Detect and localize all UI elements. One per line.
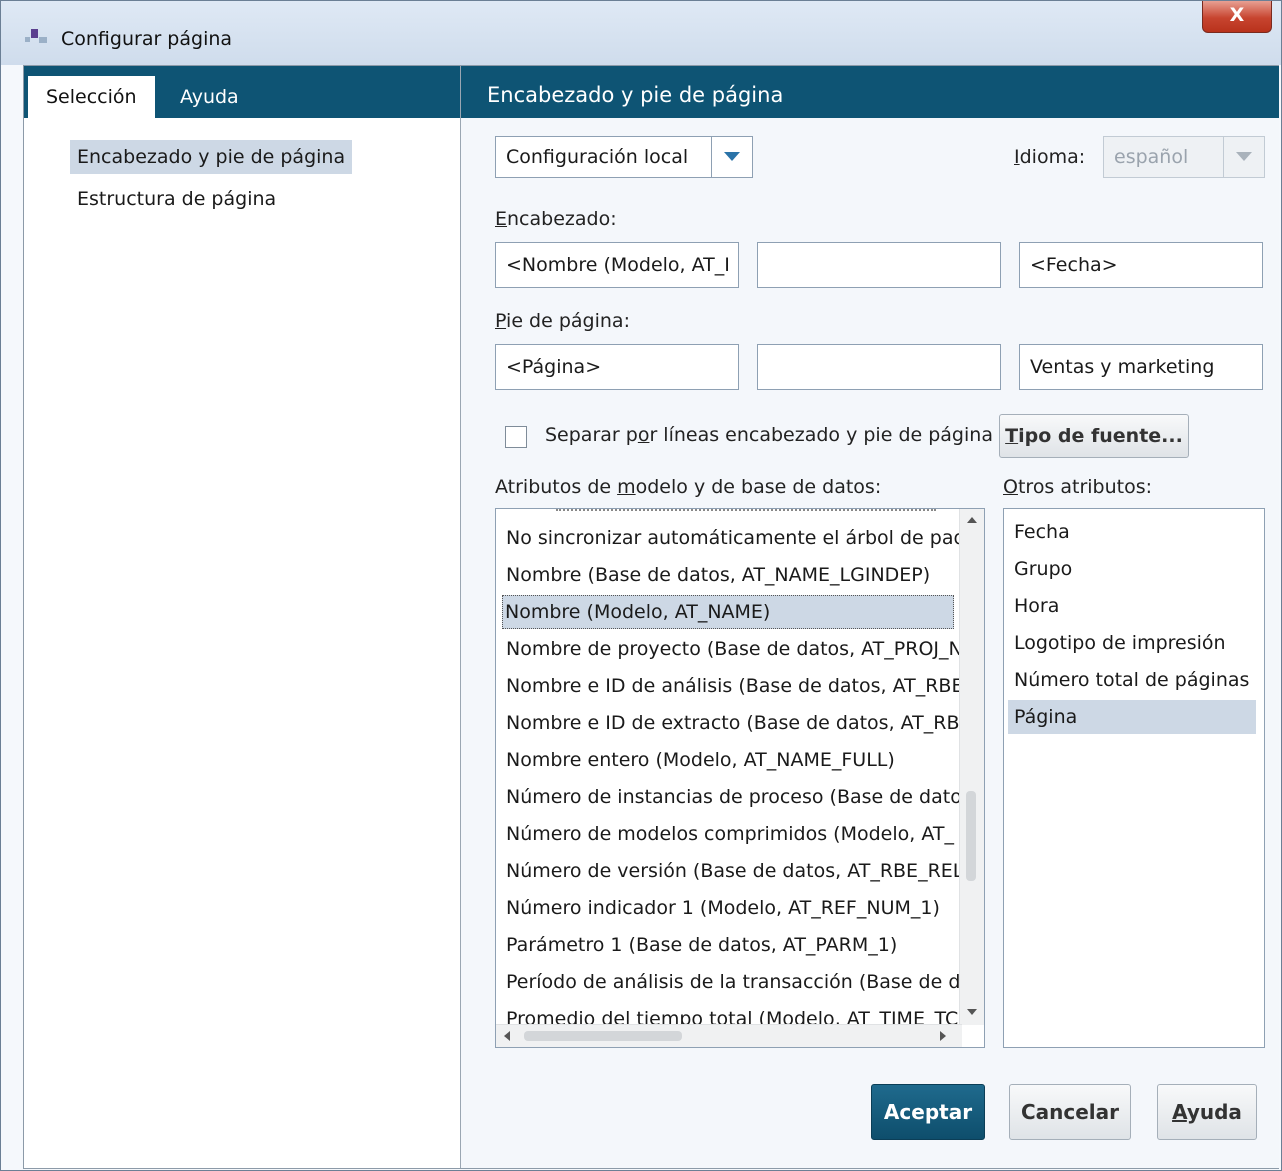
settings-dropdown[interactable]: Configuración local: [495, 136, 753, 178]
list-item[interactable]: Parámetro 1 (Base de datos, AT_PARM_1): [504, 928, 897, 962]
list-item[interactable]: Número total de páginas: [1012, 663, 1249, 697]
dialog-body: Selección Ayuda Encabezado y pie de pági…: [23, 65, 1279, 1169]
scroll-left-icon[interactable]: [504, 1031, 510, 1041]
left-pane: Selección Ayuda Encabezado y pie de pági…: [24, 66, 461, 1168]
ok-button[interactable]: Aceptar: [871, 1084, 985, 1140]
list-item[interactable]: Número indicador 1 (Modelo, AT_REF_NUM_1…: [504, 891, 940, 925]
scroll-right-icon[interactable]: [940, 1031, 946, 1041]
header-label: Encabezado:: [495, 208, 617, 230]
header-right-field[interactable]: <Fecha>: [1019, 242, 1263, 288]
nav-item-header-footer[interactable]: Encabezado y pie de página: [70, 140, 353, 174]
other-list-label: Otros atributos:: [1003, 476, 1153, 498]
separator-checkbox[interactable]: [505, 426, 527, 448]
language-dropdown-button[interactable]: [1223, 137, 1264, 177]
list-item[interactable]: Número de instancias de proceso (Base de…: [504, 780, 978, 814]
footer-right-field[interactable]: Ventas y marketing: [1019, 344, 1263, 390]
list-item[interactable]: Promedio del tiempo total (Modelo, AT_TI…: [504, 1002, 958, 1024]
chevron-down-icon: [724, 152, 740, 161]
section-header: Encabezado y pie de página: [461, 66, 1279, 118]
list-item[interactable]: Fecha: [1012, 515, 1070, 549]
footer-label: Pie de página:: [495, 310, 630, 332]
scroll-up-icon[interactable]: [967, 517, 977, 523]
help-button[interactable]: Ayuda: [1157, 1084, 1257, 1140]
vertical-scroll-thumb[interactable]: [966, 791, 976, 881]
list-item-selected[interactable]: Página: [1008, 700, 1256, 734]
attr-list-label: Atributos de modelo y de base de datos:: [495, 476, 882, 498]
vertical-scrollbar[interactable]: [959, 509, 984, 1025]
list-item[interactable]: Grupo: [1012, 552, 1072, 586]
settings-dropdown-button[interactable]: [711, 137, 752, 177]
horizontal-scrollbar[interactable]: [496, 1024, 962, 1047]
settings-dropdown-value: Configuración local: [506, 146, 689, 168]
list-item[interactable]: Número de modelos comprimidos (Modelo, A…: [504, 817, 954, 851]
scroll-down-icon[interactable]: [967, 1009, 977, 1015]
list-item-selected[interactable]: Nombre (Modelo, AT_NAME): [502, 595, 954, 629]
language-label: Idioma:: [1014, 146, 1086, 168]
list-item[interactable]: Logotipo de impresión: [1012, 626, 1226, 660]
tab-ayuda[interactable]: Ayuda: [162, 76, 257, 118]
nav-item-page-structure[interactable]: Estructura de página: [70, 182, 283, 216]
list-item[interactable]: Período de análisis de la transacción (B…: [504, 965, 979, 999]
left-tab-bar: Selección Ayuda: [24, 66, 460, 118]
font-type-button[interactable]: Tipo de fuente...: [999, 414, 1189, 458]
list-item[interactable]: Hora: [1012, 589, 1059, 623]
list-item[interactable]: Nombre entero (Modelo, AT_NAME_FULL): [504, 743, 895, 777]
other-attributes-list[interactable]: Fecha Grupo Hora Logotipo de impresión N…: [1003, 508, 1265, 1048]
list-item[interactable]: Nombre e ID de análisis (Base de datos, …: [504, 669, 984, 703]
tab-seleccion[interactable]: Selección: [28, 76, 155, 118]
right-pane: Encabezado y pie de página Configuración…: [461, 66, 1279, 1168]
footer-center-field[interactable]: [757, 344, 1001, 390]
header-center-field[interactable]: [757, 242, 1001, 288]
close-button[interactable]: X: [1202, 1, 1272, 33]
footer-left-field[interactable]: <Página>: [495, 344, 739, 390]
attributes-list[interactable]: No sincronizar automáticamente el árbol …: [495, 508, 985, 1048]
chevron-down-icon: [1236, 152, 1252, 161]
horizontal-scroll-thumb[interactable]: [524, 1031, 682, 1041]
window-title: Configurar página: [61, 28, 233, 50]
list-item[interactable]: Número de versión (Base de datos, AT_RBE…: [504, 854, 971, 888]
list-item-clipped: [556, 509, 936, 515]
header-left-field[interactable]: <Nombre (Modelo, AT_I: [495, 242, 739, 288]
list-item[interactable]: Nombre (Base de datos, AT_NAME_LGINDEP): [504, 558, 930, 592]
language-dropdown[interactable]: español: [1103, 136, 1265, 178]
app-icon: [23, 29, 47, 45]
language-dropdown-value: español: [1114, 146, 1189, 168]
page-setup-dialog: Configurar página X Selección Ayuda Enca…: [0, 0, 1282, 1171]
separator-checkbox-label[interactable]: Separar por líneas encabezado y pie de p…: [545, 424, 993, 446]
list-item[interactable]: Nombre de proyecto (Base de datos, AT_PR…: [504, 632, 969, 666]
list-item[interactable]: No sincronizar automáticamente el árbol …: [504, 521, 978, 555]
close-icon: X: [1229, 4, 1245, 26]
title-bar: Configurar página X: [1, 1, 1281, 65]
cancel-button[interactable]: Cancelar: [1009, 1084, 1131, 1140]
list-item[interactable]: Nombre e ID de extracto (Base de datos, …: [504, 706, 981, 740]
